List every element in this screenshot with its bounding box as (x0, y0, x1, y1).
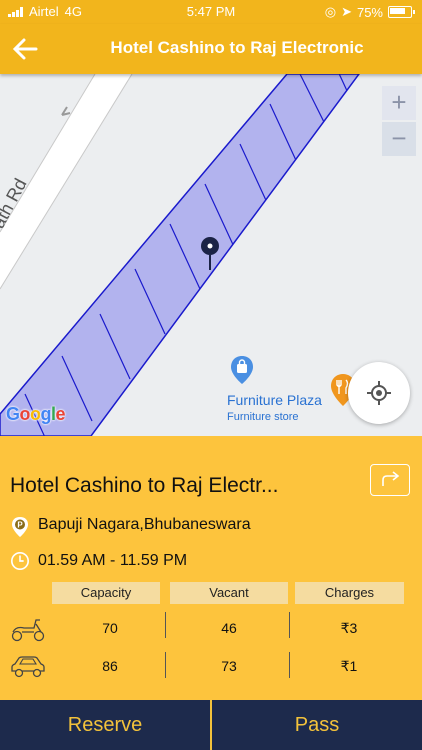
scooter-charges: ₹3 (340, 620, 358, 636)
page-title: Hotel Cashino to Raj Electronic (110, 38, 364, 57)
divider (165, 652, 166, 678)
share-arrow-icon (382, 471, 400, 486)
status-right: ◎ ➤ 75% (324, 4, 415, 20)
shopping-bag-pin-icon[interactable] (231, 356, 253, 384)
svg-text:P: P (17, 521, 23, 530)
car-vacant: 73 (221, 658, 237, 674)
zoom-out-button[interactable]: − (382, 122, 416, 156)
scooter-capacity: 70 (102, 620, 118, 636)
poi-category: Furniture store (227, 411, 299, 423)
status-bar: Airtel 4G 5:47 PM ◎ ➤ 75% (0, 0, 422, 24)
car-charges: ₹1 (340, 658, 358, 674)
my-location-button[interactable] (348, 362, 410, 424)
zoom-in-button[interactable]: + (382, 86, 416, 120)
opening-hours: 01.59 AM - 11.59 PM (38, 552, 188, 569)
scooter-icon (11, 619, 45, 642)
car-icon (11, 656, 45, 678)
address: Bapuji Nagara,Bhubaneswara (38, 516, 251, 533)
vacant-header: Vacant (170, 582, 288, 604)
crosshair-icon (367, 381, 391, 405)
reserve-button[interactable]: Reserve (0, 700, 210, 750)
clock-icon (11, 552, 29, 570)
back-arrow-icon (12, 38, 38, 60)
map-view[interactable]: ath Rd + − Furniture Plaza Furniture sto… (0, 74, 422, 436)
google-logo: Google (6, 404, 66, 424)
place-name: Hotel Cashino to Raj Electr... (10, 474, 279, 497)
directions-button[interactable] (370, 464, 410, 496)
parking-pin-icon: P (12, 517, 28, 537)
lock-rotation-icon: ◎ (324, 4, 337, 19)
capacity-header: Capacity (52, 582, 160, 604)
scooter-vacant: 46 (221, 620, 237, 636)
divider (289, 612, 290, 638)
poi-name[interactable]: Furniture Plaza (227, 392, 322, 408)
car-capacity: 86 (102, 658, 118, 674)
divider (165, 612, 166, 638)
back-button[interactable] (8, 32, 42, 66)
battery-icon (388, 6, 415, 18)
app-header: Hotel Cashino to Raj Electronic (0, 24, 422, 74)
battery-percent: 75% (356, 4, 383, 20)
parking-info-panel: Hotel Cashino to Raj Electr... P Bapuji … (0, 436, 422, 700)
location-arrow-icon: ➤ (341, 4, 352, 19)
zoom-controls: + − (382, 86, 416, 156)
pass-button[interactable]: Pass (212, 700, 422, 750)
divider (289, 652, 290, 678)
charges-header: Charges (295, 582, 404, 604)
